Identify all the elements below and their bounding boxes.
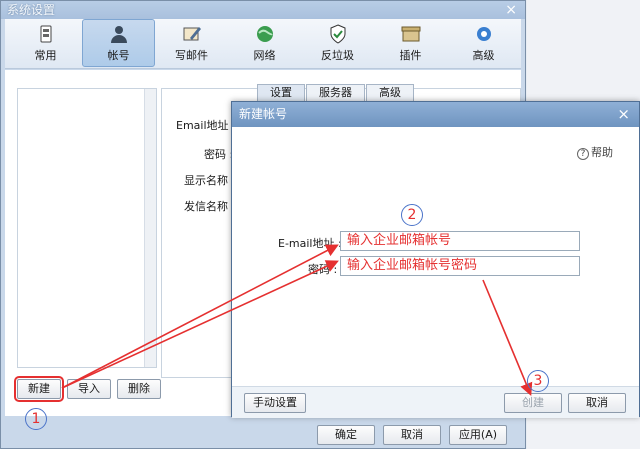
ok-button[interactable]: 确定 bbox=[317, 425, 375, 445]
tool-antispam-label: 反垃圾 bbox=[321, 48, 354, 62]
shield-icon bbox=[330, 23, 345, 44]
field-password-label: 密码 : bbox=[204, 148, 234, 161]
field-sender-name-label: 发信名称 : bbox=[184, 200, 236, 213]
tool-compose-label: 写邮件 bbox=[175, 48, 208, 62]
field-display-name-label: 显示名称 : bbox=[184, 174, 236, 187]
tab-server[interactable]: 服务器 bbox=[306, 84, 365, 101]
tool-account[interactable]: 帐号 bbox=[82, 19, 155, 67]
tool-plugins-label: 插件 bbox=[399, 48, 422, 62]
settings-toolbar: 常用 帐号 写邮件 网络 反垃圾 插件 高级 bbox=[5, 19, 521, 69]
tool-plugins[interactable]: 插件 bbox=[374, 19, 447, 67]
cancel-button[interactable]: 取消 bbox=[383, 425, 441, 445]
tool-network-label: 网络 bbox=[253, 48, 276, 62]
dialog-title: 新建帐号 bbox=[239, 107, 288, 121]
apply-button[interactable]: 应用(A) bbox=[449, 425, 507, 445]
annotation-1: 1 bbox=[25, 408, 47, 430]
compose-icon bbox=[183, 26, 201, 40]
settings-icon bbox=[40, 25, 51, 42]
tool-compose[interactable]: 写邮件 bbox=[155, 19, 228, 67]
password-input[interactable]: 输入企业邮箱帐号密码 bbox=[340, 256, 580, 276]
email-input[interactable]: 输入企业邮箱帐号 bbox=[340, 231, 580, 251]
import-button[interactable]: 导入 bbox=[67, 379, 111, 399]
help-label: 帮助 bbox=[591, 146, 613, 159]
user-icon bbox=[110, 25, 127, 43]
account-list[interactable] bbox=[17, 88, 157, 368]
manual-setup-button[interactable]: 手动设置 bbox=[244, 393, 306, 413]
password-label: 密码 : bbox=[308, 263, 338, 276]
help-link[interactable]: ? 帮助 bbox=[577, 144, 613, 160]
create-button[interactable]: 创建 bbox=[504, 393, 562, 413]
new-account-button[interactable]: 新建 bbox=[14, 376, 64, 402]
gear-icon bbox=[476, 26, 491, 41]
account-list-scrollbar[interactable] bbox=[144, 89, 156, 367]
tool-advanced-label: 高级 bbox=[472, 48, 495, 62]
settings-title: 系统设置 bbox=[7, 3, 56, 17]
tab-advanced[interactable]: 高级 bbox=[366, 84, 414, 101]
field-email-label: Email地址 : bbox=[176, 119, 236, 132]
dialog-footer: 手动设置 创建 取消 bbox=[232, 386, 639, 418]
account-buttons: 新建 导入 删除 bbox=[14, 376, 161, 402]
settings-footer: 确定 取消 应用(A) bbox=[317, 425, 507, 445]
email-label: E-mail地址 : bbox=[278, 237, 342, 250]
dialog-cancel-button[interactable]: 取消 bbox=[568, 393, 626, 413]
annotation-3: 3 bbox=[527, 370, 549, 392]
delete-button[interactable]: 删除 bbox=[117, 379, 161, 399]
close-icon[interactable]: × bbox=[505, 1, 517, 19]
globe-icon bbox=[256, 25, 273, 42]
dialog-close-icon[interactable]: × bbox=[617, 102, 630, 127]
dialog-titlebar: 新建帐号 × bbox=[232, 102, 639, 127]
box-icon bbox=[401, 26, 420, 41]
annotation-2: 2 bbox=[401, 204, 423, 226]
help-icon: ? bbox=[577, 148, 589, 160]
settings-titlebar: 系统设置 × bbox=[1, 1, 525, 19]
tool-general-label: 常用 bbox=[34, 48, 57, 62]
tool-network[interactable]: 网络 bbox=[228, 19, 301, 67]
tool-antispam[interactable]: 反垃圾 bbox=[301, 19, 374, 67]
tool-general[interactable]: 常用 bbox=[9, 19, 82, 67]
tool-account-label: 帐号 bbox=[107, 48, 130, 62]
tab-settings[interactable]: 设置 bbox=[257, 84, 305, 101]
tool-advanced[interactable]: 高级 bbox=[447, 19, 520, 67]
new-account-dialog: 新建帐号 × ? 帮助 E-mail地址 : 输入企业邮箱帐号 密码 : 输入企业… bbox=[231, 101, 640, 418]
detail-tabs: 设置 服务器 高级 bbox=[257, 84, 415, 101]
